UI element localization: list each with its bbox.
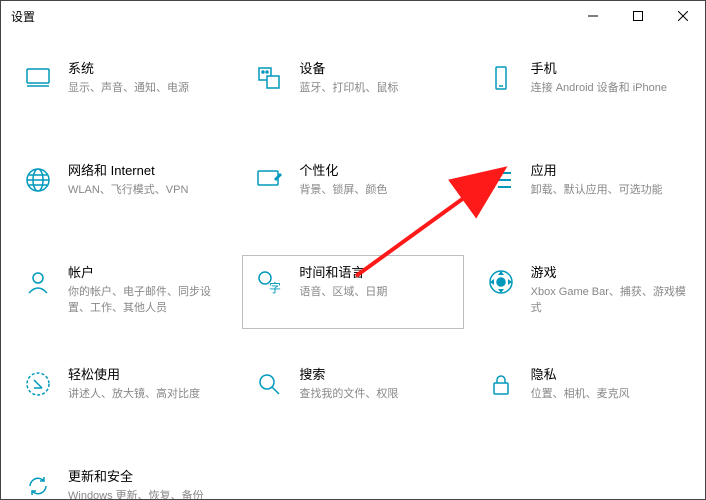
privacy-icon bbox=[483, 366, 519, 402]
titlebar: 设置 bbox=[1, 1, 705, 31]
settings-item-accounts[interactable]: 帐户你的帐户、电子邮件、同步设置、工作、其他人员 bbox=[11, 255, 232, 329]
settings-item-text: 游戏 Xbox Game Bar、捕获、游戏模式 bbox=[531, 264, 686, 316]
gaming-icon bbox=[483, 264, 519, 300]
minimize-button[interactable] bbox=[570, 1, 615, 31]
settings-item-sub: WLAN、飞行模式、VPN bbox=[68, 182, 188, 198]
settings-item-label: 系统 bbox=[68, 60, 189, 78]
settings-item-text: 帐户你的帐户、电子邮件、同步设置、工作、其他人员 bbox=[68, 264, 223, 316]
settings-item-sub: Xbox Game Bar、捕获、游戏模式 bbox=[531, 284, 686, 316]
settings-item-phone[interactable]: 手机连接 Android 设备和 iPhone bbox=[474, 51, 695, 125]
settings-item-sub: 讲述人、放大镜、高对比度 bbox=[68, 386, 200, 402]
settings-item-apps[interactable]: 应用卸载、默认应用、可选功能 bbox=[474, 153, 695, 227]
settings-item-label: 游戏 bbox=[531, 264, 686, 282]
settings-item-network[interactable]: 网络和 Internet WLAN、飞行模式、VPN bbox=[11, 153, 232, 227]
settings-item-sub: 连接 Android 设备和 iPhone bbox=[531, 80, 667, 96]
settings-item-text: 设备蓝牙、打印机、鼠标 bbox=[299, 60, 398, 96]
settings-item-label: 设备 bbox=[299, 60, 398, 78]
settings-item-sub: 你的帐户、电子邮件、同步设置、工作、其他人员 bbox=[68, 284, 223, 316]
update-icon bbox=[20, 468, 56, 499]
apps-icon bbox=[483, 162, 519, 198]
settings-item-label: 手机 bbox=[531, 60, 667, 78]
settings-item-sub: 卸载、默认应用、可选功能 bbox=[531, 182, 663, 198]
settings-item-text: 手机连接 Android 设备和 iPhone bbox=[531, 60, 667, 96]
system-icon bbox=[20, 60, 56, 96]
network-icon bbox=[20, 162, 56, 198]
settings-item-text: 时间和语言语音、区域、日期 bbox=[299, 264, 387, 300]
settings-item-personalize[interactable]: 个性化背景、锁屏、颜色 bbox=[242, 153, 463, 227]
settings-item-gaming[interactable]: 游戏 Xbox Game Bar、捕获、游戏模式 bbox=[474, 255, 695, 329]
settings-item-ease[interactable]: 轻松使用讲述人、放大镜、高对比度 bbox=[11, 357, 232, 431]
window-buttons bbox=[570, 1, 705, 31]
settings-item-text: 更新和安全 Windows 更新、恢复、备份 bbox=[68, 468, 204, 499]
settings-item-text: 搜索查找我的文件、权限 bbox=[299, 366, 398, 402]
personalize-icon bbox=[251, 162, 287, 198]
settings-item-sub: Windows 更新、恢复、备份 bbox=[68, 488, 204, 499]
window-title: 设置 bbox=[11, 8, 35, 25]
settings-item-label: 时间和语言 bbox=[299, 264, 387, 282]
settings-item-text: 隐私位置、相机、麦克风 bbox=[531, 366, 630, 402]
settings-item-system[interactable]: 系统显示、声音、通知、电源 bbox=[11, 51, 232, 125]
devices-icon bbox=[251, 60, 287, 96]
settings-item-text: 网络和 Internet WLAN、飞行模式、VPN bbox=[68, 162, 188, 198]
settings-item-sub: 位置、相机、麦克风 bbox=[531, 386, 630, 402]
ease-icon bbox=[20, 366, 56, 402]
settings-item-sub: 查找我的文件、权限 bbox=[299, 386, 398, 402]
settings-item-search[interactable]: 搜索查找我的文件、权限 bbox=[242, 357, 463, 431]
settings-item-label: 轻松使用 bbox=[68, 366, 200, 384]
settings-item-label: 搜索 bbox=[299, 366, 398, 384]
settings-item-sub: 蓝牙、打印机、鼠标 bbox=[299, 80, 398, 96]
settings-item-sub: 语音、区域、日期 bbox=[299, 284, 387, 300]
accounts-icon bbox=[20, 264, 56, 300]
settings-item-label: 应用 bbox=[531, 162, 663, 180]
phone-icon bbox=[483, 60, 519, 96]
settings-content[interactable]: 系统显示、声音、通知、电源 设备蓝牙、打印机、鼠标 手机连接 Android 设备和… bbox=[1, 31, 705, 499]
settings-item-label: 更新和安全 bbox=[68, 468, 204, 486]
settings-window: 设置 系统显示、声音、通知、电源 设备蓝牙、打印机、鼠标 手机连接 Android … bbox=[0, 0, 706, 500]
settings-item-label: 网络和 Internet bbox=[68, 162, 188, 180]
settings-item-text: 应用卸载、默认应用、可选功能 bbox=[531, 162, 663, 198]
svg-text:字: 字 bbox=[269, 280, 281, 295]
settings-item-sub: 显示、声音、通知、电源 bbox=[68, 80, 189, 96]
close-button[interactable] bbox=[660, 1, 705, 31]
settings-grid: 系统显示、声音、通知、电源 设备蓝牙、打印机、鼠标 手机连接 Android 设备和… bbox=[11, 51, 695, 499]
settings-item-label: 帐户 bbox=[68, 264, 223, 282]
settings-item-time[interactable]: 字 时间和语言语音、区域、日期 bbox=[242, 255, 463, 329]
settings-item-label: 隐私 bbox=[531, 366, 630, 384]
settings-item-update[interactable]: 更新和安全 Windows 更新、恢复、备份 bbox=[11, 459, 232, 499]
settings-item-privacy[interactable]: 隐私位置、相机、麦克风 bbox=[474, 357, 695, 431]
settings-item-text: 系统显示、声音、通知、电源 bbox=[68, 60, 189, 96]
settings-item-sub: 背景、锁屏、颜色 bbox=[299, 182, 387, 198]
settings-item-devices[interactable]: 设备蓝牙、打印机、鼠标 bbox=[242, 51, 463, 125]
maximize-button[interactable] bbox=[615, 1, 660, 31]
settings-item-text: 轻松使用讲述人、放大镜、高对比度 bbox=[68, 366, 200, 402]
settings-item-label: 个性化 bbox=[299, 162, 387, 180]
search-icon bbox=[251, 366, 287, 402]
settings-item-text: 个性化背景、锁屏、颜色 bbox=[299, 162, 387, 198]
time-icon: 字 bbox=[251, 264, 287, 300]
